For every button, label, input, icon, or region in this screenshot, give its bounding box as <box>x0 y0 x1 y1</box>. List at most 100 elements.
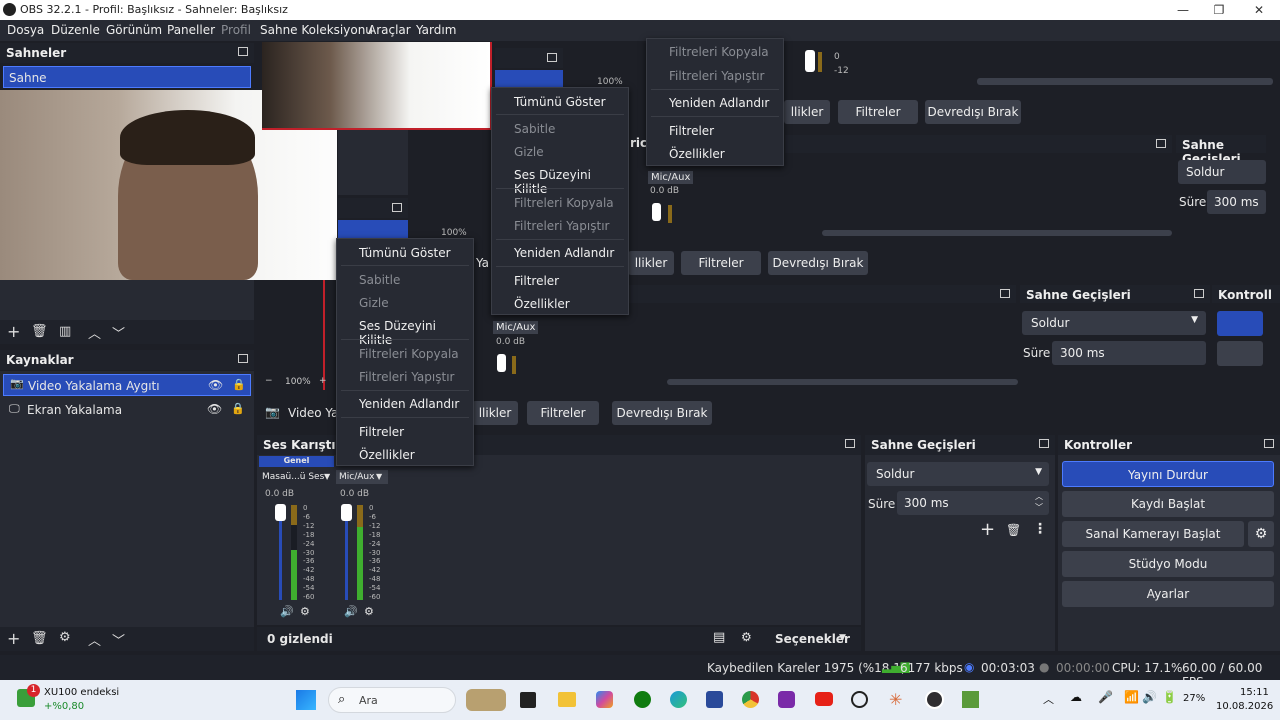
trash-icon[interactable]: 🗑 <box>31 324 48 339</box>
menu-item-filters[interactable]: Filtreler <box>359 425 404 439</box>
youtube-icon[interactable] <box>815 692 833 706</box>
edge-icon[interactable] <box>670 691 687 708</box>
menu-item-show-all[interactable]: Tümünü Göster <box>359 246 451 260</box>
add-icon[interactable]: + <box>7 629 20 648</box>
layout-icon[interactable]: ▤ <box>713 630 725 645</box>
menu-item-copy-filters[interactable]: Filtreleri Kopyala <box>359 347 459 361</box>
move-up-icon[interactable]: ︿ <box>88 630 101 649</box>
speaker-icon[interactable]: 🔊 <box>280 605 294 618</box>
close-icon[interactable]: ✕ <box>1239 0 1279 20</box>
settings-icon[interactable]: ⚙ <box>364 605 374 618</box>
duration-field[interactable]: 300 ms ︿ ﹀ <box>897 491 1049 515</box>
menu-edit[interactable]: Düzenle <box>51 23 100 37</box>
settings-icon[interactable]: ⚙ <box>300 605 310 618</box>
popout-icon[interactable] <box>392 203 402 212</box>
scrollbar[interactable] <box>822 230 1172 236</box>
properties-button[interactable]: llikler <box>472 401 518 425</box>
zoom-out-icon[interactable]: − <box>265 376 273 386</box>
volume-icon[interactable]: 🔊 <box>1142 690 1157 704</box>
popout-icon[interactable] <box>1194 289 1204 298</box>
menu-file[interactable]: Dosya <box>7 23 44 37</box>
speaker-icon[interactable]: 🔊 <box>344 605 358 618</box>
filter-icon[interactable]: ▥ <box>59 324 71 339</box>
menu-item-properties[interactable]: Özellikler <box>669 147 725 161</box>
popout-icon[interactable] <box>238 354 248 363</box>
stepper-up-icon[interactable]: ︿ <box>1035 491 1043 502</box>
file-explorer-icon[interactable] <box>558 692 576 707</box>
popout-icon[interactable] <box>1156 139 1166 148</box>
lock-icon[interactable]: 🔒 <box>232 378 246 391</box>
popout-icon[interactable] <box>1039 439 1049 448</box>
widget-thumbnail[interactable] <box>466 689 506 711</box>
menu-tools[interactable]: Araçlar <box>368 23 411 37</box>
menu-item-properties[interactable]: Özellikler <box>359 448 415 462</box>
stop-streaming-button[interactable]: Yayını Durdur <box>1062 461 1274 487</box>
task-view-icon[interactable] <box>520 692 536 708</box>
menu-help[interactable]: Yardım <box>416 23 456 37</box>
record-button-ghost[interactable] <box>1217 341 1263 366</box>
menu-item-paste-filters[interactable]: Filtreleri Yapıştır <box>669 69 764 83</box>
settings-button[interactable]: Ayarlar <box>1062 581 1274 607</box>
move-down-icon[interactable]: ﹀ <box>112 630 125 649</box>
menu-item-hide[interactable]: Gizle <box>359 296 389 310</box>
source-item[interactable]: 📷 Video Yakalama Aygıtı 👁 🔒 <box>3 374 251 396</box>
copilot-icon[interactable] <box>596 691 613 708</box>
menu-item-rename[interactable]: Yeniden Adlandır <box>514 246 614 260</box>
menu-item-lock-volume[interactable]: Ses Düzeyini Kilitle <box>359 319 473 347</box>
app-icon[interactable] <box>778 691 795 708</box>
mixer-tab[interactable]: Genel <box>259 456 334 467</box>
menu-item-rename[interactable]: Yeniden Adlandır <box>669 96 769 110</box>
menu-item-copy-filters[interactable]: Filtreleri Kopyala <box>514 196 614 210</box>
start-virtual-camera-button[interactable]: Sanal Kamerayı Başlat <box>1062 521 1244 547</box>
deactivate-button[interactable]: Devredışı Bırak <box>612 401 712 425</box>
chrome-icon[interactable] <box>742 691 759 708</box>
minimize-icon[interactable]: — <box>1163 0 1203 20</box>
menu-docks[interactable]: Paneller <box>167 23 215 37</box>
chevron-down-icon[interactable]: ▼ <box>376 472 382 481</box>
eye-icon[interactable]: 👁 <box>207 402 222 416</box>
minecraft-icon[interactable] <box>962 691 979 708</box>
gear-icon[interactable]: ⚙ <box>1248 521 1274 547</box>
move-down-icon[interactable]: ﹀ <box>112 323 125 342</box>
volume-slider-handle[interactable] <box>805 50 815 72</box>
stepper-down-icon[interactable]: ﹀ <box>1035 502 1043 513</box>
popout-icon[interactable] <box>1000 289 1010 298</box>
scrollbar[interactable] <box>977 78 1273 85</box>
taskbar-search[interactable]: ⌕ Ara <box>328 687 456 713</box>
trash-icon[interactable]: 🗑 <box>1006 523 1021 537</box>
cloud-icon[interactable]: ☁ <box>1070 690 1082 704</box>
stream-button-ghost[interactable] <box>1217 311 1263 336</box>
wifi-icon[interactable]: 📶 <box>1124 690 1139 704</box>
menu-item-rename[interactable]: Yeniden Adlandır <box>359 397 459 411</box>
menu-item-show-all[interactable]: Tümünü Göster <box>514 95 606 109</box>
store-icon[interactable] <box>706 691 723 708</box>
menu-item-pin[interactable]: Sabitle <box>514 122 555 136</box>
duration-field[interactable]: 300 ms <box>1207 190 1266 214</box>
studio-mode-button[interactable]: Stüdyo Modu <box>1062 551 1274 577</box>
menu-scene-collection[interactable]: Sahne Koleksiyonu <box>260 23 373 37</box>
add-icon[interactable]: + <box>7 322 20 341</box>
source-item[interactable]: 🖵 Ekran Yakalama 👁 🔒 <box>3 399 251 421</box>
chatgpt-icon[interactable] <box>851 691 868 708</box>
menu-item-paste-filters[interactable]: Filtreleri Yapıştır <box>359 370 454 384</box>
scrollbar[interactable] <box>667 379 1018 385</box>
transition-select[interactable]: Soldur ▼ <box>867 462 1049 486</box>
windows-start-icon[interactable] <box>296 690 316 710</box>
properties-button[interactable]: llikler <box>628 251 674 275</box>
gear-icon[interactable]: ⚙ <box>59 630 71 645</box>
menu-item-lock-volume[interactable]: Ses Düzeyini Kilitle <box>514 168 628 196</box>
zoom-in-icon[interactable]: + <box>319 376 327 386</box>
menu-item-properties[interactable]: Özellikler <box>514 297 570 311</box>
advanced-audio-icon[interactable]: ⚙ <box>741 630 752 644</box>
tray-chevron-icon[interactable]: ︿ <box>1043 691 1054 707</box>
volume-slider-handle[interactable] <box>275 504 286 521</box>
transition-select[interactable]: Soldur <box>1178 160 1266 184</box>
menu-item-pin[interactable]: Sabitle <box>359 273 400 287</box>
menu-item-paste-filters[interactable]: Filtreleri Yapıştır <box>514 219 609 233</box>
start-recording-button[interactable]: Kaydı Başlat <box>1062 491 1274 517</box>
chevron-down-icon[interactable]: ▼ <box>324 472 330 481</box>
microphone-icon[interactable]: 🎤 <box>1098 690 1113 704</box>
clock-date[interactable]: 10.08.2026 <box>1216 701 1273 712</box>
transition-select[interactable]: Soldur ▼ <box>1022 311 1206 335</box>
deactivate-button[interactable]: Devredışı Bırak <box>768 251 868 275</box>
